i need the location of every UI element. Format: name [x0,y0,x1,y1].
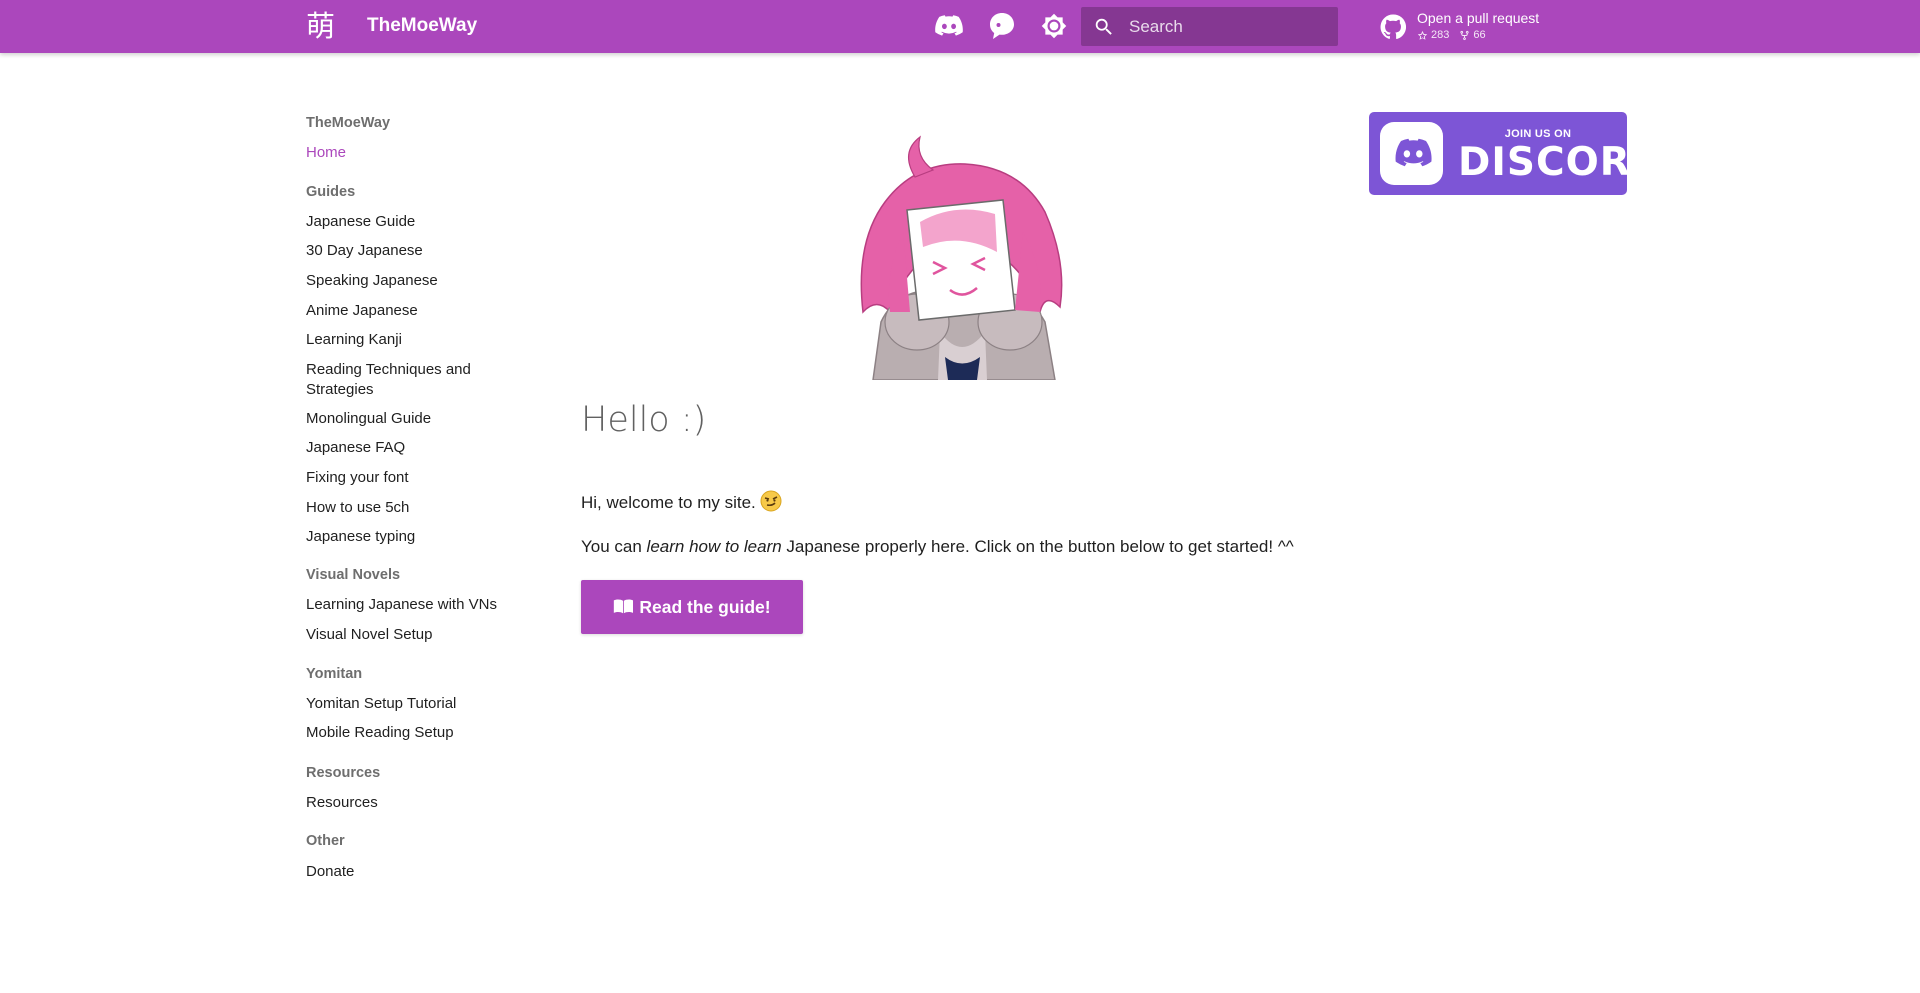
page-title: Hello :) [581,400,707,440]
sidebar-item-visual-novel-setup[interactable]: Visual Novel Setup [306,625,432,645]
sidebar-section-yomitan: Yomitan [306,666,363,682]
sidebar-item-home[interactable]: Home [306,143,346,163]
welcome-text-content: Hi, welcome to my site. [581,493,756,512]
sidebar-item-learning-kanji[interactable]: Learning Kanji [306,330,402,350]
repo-forks-count: 66 [1473,29,1486,41]
intro-text-before: You can [581,537,647,556]
intro-text: You can learn how to learn Japanese prop… [581,535,1294,559]
sidebar-item-japanese-typing[interactable]: Japanese typing [306,527,415,547]
repo-link[interactable]: Open a pull request 283 66 [1380,8,1590,46]
site-title[interactable]: TheMoeWay [367,14,477,38]
sidebar-item-anime-japanese[interactable]: Anime Japanese [306,301,418,321]
intro-text-emphasis: learn how to learn [646,537,782,556]
discord-banner-big-text: DISCORD [1458,140,1627,185]
sidebar-section-other: Other [306,833,345,849]
sidebar-item-mobile-reading-setup[interactable]: Mobile Reading Setup [306,723,454,743]
search-box[interactable] [1081,7,1338,46]
book-open-icon [614,599,634,614]
search-icon [1095,18,1112,35]
search-input[interactable] [1129,7,1329,46]
mascot-illustration [845,132,1080,381]
discord-join-banner[interactable]: JOIN US ON DISCORD [1369,112,1627,195]
sidebar-item-reading-techniques-line2: Strategies [306,381,374,398]
sidebar-item-how-to-use-5ch[interactable]: How to use 5ch [306,498,409,518]
sidebar-item-donate[interactable]: Donate [306,862,354,882]
discord-icon[interactable] [934,11,964,41]
sidebar-item-speaking-japanese[interactable]: Speaking Japanese [306,271,438,291]
sidebar-item-fixing-your-font[interactable]: Fixing your font [306,468,409,488]
repo-facts: 283 66 [1417,28,1486,42]
sidebar-item-resources[interactable]: Resources [306,793,378,813]
sidebar-item-yomitan-setup[interactable]: Yomitan Setup Tutorial [306,694,456,714]
repo-stars-count: 283 [1431,29,1450,41]
sidebar-section-resources: Resources [306,765,381,781]
sidebar-item-reading-techniques-line1: Reading Techniques and [306,361,471,378]
sidebar-item-reading-techniques[interactable]: Reading Techniques and Strategies [306,360,471,400]
discord-banner-small-text: JOIN US ON [1504,128,1572,140]
github-icon [1380,14,1406,39]
sidebar-item-japanese-guide[interactable]: Japanese Guide [306,212,415,232]
intro-text-after: Japanese properly here. Click on the but… [781,537,1294,556]
repo-name: Open a pull request [1417,10,1540,26]
fork-icon [1460,30,1469,40]
repo-stars: 283 [1417,28,1449,42]
top-header: 萌 TheMoeWay Open a pull request 283 66 [0,0,1920,53]
read-guide-button[interactable]: Read the guide! [581,580,803,634]
star-icon [1417,30,1428,40]
site-logo[interactable]: 萌 [306,8,335,44]
smirk-emoji-icon [760,490,782,519]
palette-icon[interactable] [987,11,1017,41]
sidebar-section-visual-novels: Visual Novels [306,567,401,583]
discord-logo-icon [1380,122,1443,185]
sidebar-item-monolingual-guide[interactable]: Monolingual Guide [306,409,431,429]
read-guide-button-label: Read the guide! [639,596,771,617]
repo-forks: 66 [1459,28,1486,42]
sidebar-item-japanese-faq[interactable]: Japanese FAQ [306,438,405,458]
sidebar-item-learning-japanese-vns[interactable]: Learning Japanese with VNs [306,595,497,615]
brightness-icon[interactable] [1039,11,1069,41]
sidebar-site-title: TheMoeWay [306,115,391,131]
welcome-text: Hi, welcome to my site. [581,490,782,519]
sidebar-section-guides: Guides [306,184,356,200]
sidebar-item-30-day-japanese[interactable]: 30 Day Japanese [306,241,423,261]
